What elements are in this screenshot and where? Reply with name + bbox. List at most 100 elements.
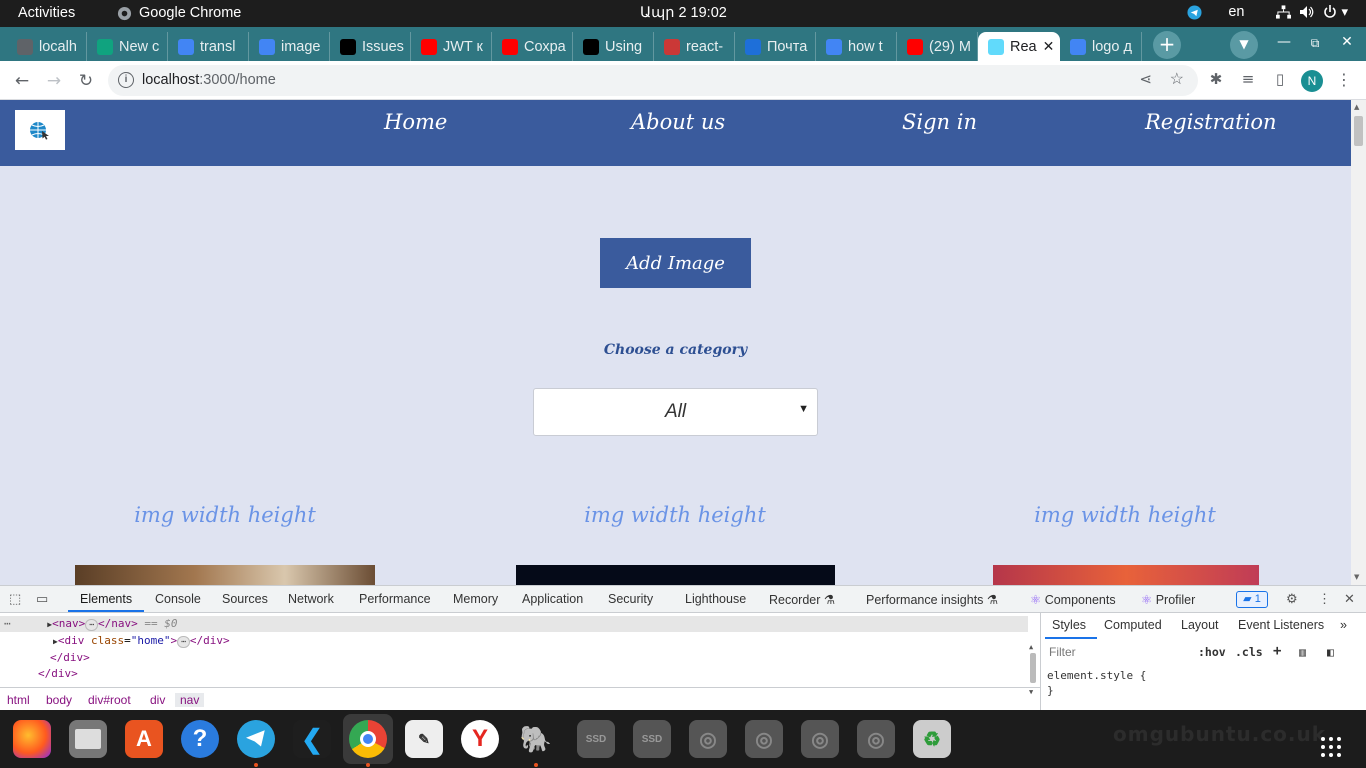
- browser-tab[interactable]: react-: [654, 32, 735, 61]
- inspect-element-icon[interactable]: ⬚: [9, 591, 21, 607]
- share-icon[interactable]: ⋖: [1139, 70, 1152, 88]
- reload-icon[interactable]: ↻: [74, 69, 98, 93]
- devtools-tab-security[interactable]: Security: [608, 592, 653, 606]
- yandex-icon[interactable]: Y: [461, 720, 499, 758]
- ssd-drive-icon[interactable]: SSD: [633, 720, 671, 758]
- styles-tab-computed[interactable]: Computed: [1104, 618, 1162, 632]
- dom-node-nav[interactable]: ⋯ ▶<nav> ⋯ </nav> == $0: [0, 616, 1028, 632]
- close-tab-icon[interactable]: ✕: [1043, 38, 1055, 55]
- breadcrumb-item[interactable]: div#root: [88, 693, 131, 707]
- url-text[interactable]: localhost:3000/home: [142, 72, 276, 88]
- power-icon[interactable]: [1323, 5, 1337, 19]
- cls-toggle[interactable]: .cls: [1235, 645, 1263, 659]
- collapsed-ellipsis[interactable]: ⋯: [177, 636, 190, 648]
- more-menu-icon[interactable]: ⋮: [1336, 70, 1352, 89]
- tab-search-button[interactable]: ▼: [1230, 31, 1258, 59]
- browser-tab[interactable]: how t: [816, 32, 897, 61]
- element-style-rule[interactable]: element.style {: [1047, 669, 1146, 682]
- breadcrumb-item[interactable]: html: [7, 693, 30, 707]
- browser-tab[interactable]: Using: [573, 32, 654, 61]
- postgres-icon[interactable]: 🐘: [517, 720, 555, 758]
- dom-node-close[interactable]: </div>: [50, 650, 90, 666]
- devtools-tab-elements[interactable]: Elements: [80, 592, 132, 606]
- app-center-icon[interactable]: A: [125, 720, 163, 758]
- category-select[interactable]: All ▼: [533, 388, 818, 436]
- volume-icon[interactable]: [1299, 5, 1315, 19]
- image-thumbnail-space[interactable]: [516, 565, 835, 585]
- devtools-tab-profiler[interactable]: ⚛ Profiler: [1141, 592, 1195, 607]
- disc-icon[interactable]: ◎: [801, 720, 839, 758]
- network-icon[interactable]: [1276, 5, 1292, 19]
- devtools-tab-performance[interactable]: Performance: [359, 592, 431, 606]
- browser-tab[interactable]: JWT к: [411, 32, 492, 61]
- devtools-tab-sources[interactable]: Sources: [222, 592, 268, 606]
- image-thumbnail-sunset[interactable]: [993, 565, 1259, 585]
- side-panel-icon[interactable]: ▯: [1269, 70, 1291, 88]
- scroll-up-arrow[interactable]: ▲: [1354, 103, 1359, 111]
- scrollbar-thumb[interactable]: [1354, 116, 1363, 146]
- styles-filter-input[interactable]: Filter: [1049, 645, 1076, 659]
- inkscape-icon[interactable]: ✎: [405, 720, 443, 758]
- app-menu[interactable]: Google Chrome: [117, 5, 241, 21]
- paint-icon[interactable]: ▥: [1299, 645, 1306, 659]
- styles-tab-event-listeners[interactable]: Event Listeners: [1238, 618, 1324, 632]
- styles-tab-layout[interactable]: Layout: [1181, 618, 1219, 632]
- browser-tab[interactable]: Rea ✕: [978, 32, 1060, 61]
- image-thumbnail-tiger[interactable]: [75, 565, 375, 585]
- hov-toggle[interactable]: :hov: [1198, 645, 1226, 659]
- browser-tab[interactable]: logo д: [1060, 32, 1142, 61]
- devtools-tab-components[interactable]: ⚛ Components: [1030, 592, 1116, 607]
- page-scrollbar[interactable]: ▲ ▼: [1351, 100, 1366, 585]
- devtools-tab-console[interactable]: Console: [155, 592, 201, 606]
- browser-tab[interactable]: Почта: [735, 32, 816, 61]
- telegram-icon[interactable]: [237, 720, 275, 758]
- nav-home-link[interactable]: Home: [384, 110, 447, 134]
- extensions-icon[interactable]: ✱: [1205, 70, 1227, 88]
- system-tray[interactable]: en ▾: [1187, 4, 1348, 20]
- devtools-tab-recorder[interactable]: Recorder ⚗: [769, 592, 835, 607]
- toggle-sidebar-icon[interactable]: ◧: [1327, 645, 1334, 659]
- styles-tab-styles[interactable]: Styles: [1052, 618, 1086, 632]
- settings-gear-icon[interactable]: ⚙: [1286, 591, 1298, 607]
- devtools-tab-application[interactable]: Application: [522, 592, 583, 606]
- issues-badge[interactable]: ▰ 1: [1236, 591, 1268, 608]
- site-info-icon[interactable]: i: [118, 72, 134, 88]
- ssd-drive-icon[interactable]: SSD: [577, 720, 615, 758]
- reading-list-icon[interactable]: ≡: [1237, 70, 1259, 88]
- browser-tab[interactable]: image: [249, 32, 330, 61]
- files-icon[interactable]: [69, 720, 107, 758]
- firefox-icon[interactable]: [13, 720, 51, 758]
- scroll-down-arrow[interactable]: ▼: [1354, 573, 1359, 581]
- help-icon[interactable]: ?: [181, 720, 219, 758]
- forward-icon[interactable]: →: [42, 69, 66, 93]
- clock[interactable]: Ապր 2 19:02: [640, 5, 727, 21]
- close-window-button[interactable]: ✕: [1337, 34, 1357, 50]
- disc-icon[interactable]: ◎: [857, 720, 895, 758]
- activities-button[interactable]: Activities: [18, 5, 75, 21]
- breadcrumb-item[interactable]: body: [46, 693, 72, 707]
- telegram-tray-icon[interactable]: [1187, 4, 1202, 20]
- close-devtools-icon[interactable]: ✕: [1344, 591, 1355, 607]
- devtools-tab-memory[interactable]: Memory: [453, 592, 498, 606]
- devtools-menu-icon[interactable]: ⋮: [1318, 591, 1331, 607]
- device-toolbar-icon[interactable]: ▭: [36, 591, 48, 607]
- nav-signin-link[interactable]: Sign in: [902, 110, 977, 134]
- trash-icon[interactable]: ♻: [913, 720, 951, 758]
- add-image-button[interactable]: Add Image: [600, 238, 751, 288]
- address-bar[interactable]: i localhost:3000/home ⋖ ☆: [108, 65, 1198, 96]
- back-icon[interactable]: ←: [10, 69, 34, 93]
- chevron-down-icon[interactable]: ▾: [1341, 4, 1348, 20]
- browser-tab[interactable]: Issues: [330, 32, 411, 61]
- bookmark-star-icon[interactable]: ☆: [1170, 69, 1184, 89]
- show-applications-icon[interactable]: [1320, 736, 1342, 758]
- breadcrumb-item-active[interactable]: nav: [175, 693, 205, 707]
- disc-icon[interactable]: ◎: [745, 720, 783, 758]
- dom-node-close[interactable]: </div>: [38, 666, 78, 682]
- collapsed-ellipsis[interactable]: ⋯: [85, 619, 99, 631]
- nav-about-link[interactable]: About us: [631, 110, 725, 134]
- browser-tab[interactable]: (29) M: [897, 32, 978, 61]
- devtools-tab-lighthouse[interactable]: Lighthouse: [685, 592, 746, 606]
- dom-tree[interactable]: ⋯ ▶<nav> ⋯ </nav> == $0 ▶<div class="home"…: [0, 613, 1040, 696]
- devtools-tab-performance-insights[interactable]: Performance insights ⚗: [866, 592, 998, 607]
- dom-node-div-home[interactable]: ▶<div class="home"> ⋯ </div>: [53, 633, 230, 649]
